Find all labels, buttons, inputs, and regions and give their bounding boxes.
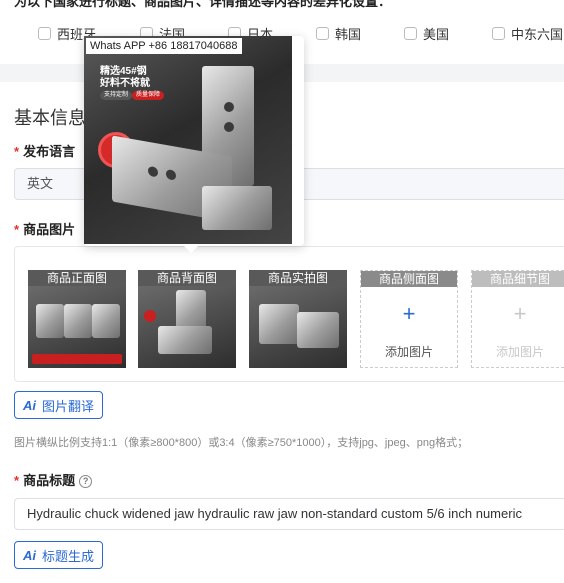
promo-pill: 质量保障 — [132, 91, 165, 100]
image-slot-front[interactable]: 商品正面图 — [28, 270, 126, 368]
add-image-label: 添加图片 — [495, 345, 544, 359]
ai-icon: Ai — [23, 397, 36, 413]
watermark-text: Whats APP +86 18817040688 — [86, 38, 242, 54]
required-marker: * — [14, 473, 20, 488]
differentiation-notice: 为以下国家进行标题、商品图片、详情描述等内容的差异化设置： — [14, 0, 392, 9]
jaw-shape — [158, 326, 212, 354]
promo-line: 好料不将就 — [100, 78, 150, 89]
promo-line: 精选45#钢 — [100, 66, 147, 77]
jaw-shape — [202, 186, 272, 230]
country-label: 韩国 — [335, 27, 362, 42]
red-logo — [144, 310, 156, 322]
publish-language-label-text: 发布语言 — [23, 144, 76, 159]
required-marker: * — [14, 144, 20, 159]
add-image-label: 添加图片 — [384, 345, 433, 359]
promo-banner — [32, 354, 122, 364]
preview-image: Whats APP +86 18817040688 精选45#钢 好料不将就 支… — [84, 36, 292, 244]
product-images-label-text: 商品图片 — [23, 222, 76, 237]
jaw-shape — [297, 312, 339, 348]
product-photo — [28, 286, 126, 368]
country-label: 美国 — [423, 27, 450, 42]
checkbox-icon[interactable] — [404, 27, 417, 40]
jaw-shape — [92, 304, 120, 338]
popover-arrow — [184, 246, 198, 253]
ai-icon: Ai — [23, 547, 36, 563]
hole-shape — [224, 122, 234, 132]
title-generate-label: 标题生成 — [42, 548, 95, 564]
image-slot-detail-add[interactable]: 商品细节图 + 添加图片 — [471, 270, 564, 368]
publish-language-label: * 发布语言 — [14, 141, 75, 160]
hole-shape — [166, 168, 176, 181]
country-option-usa[interactable]: 美国 — [404, 24, 449, 43]
jaw-shape — [259, 304, 299, 344]
checkbox-icon[interactable] — [38, 27, 51, 40]
jaw-shape — [36, 304, 64, 338]
country-label: 中东六国 — [511, 27, 564, 42]
title-generate-button[interactable]: Ai 标题生成 — [14, 541, 104, 569]
image-slot-tag: 商品实拍图 — [249, 270, 347, 286]
product-photo — [249, 286, 347, 368]
checkbox-icon[interactable] — [316, 27, 329, 40]
promo-text: 精选45#钢 好料不将就 — [100, 66, 150, 90]
hole-shape — [224, 102, 234, 112]
image-slot-tag: 商品细节图 — [472, 271, 564, 287]
product-title-label-text: 商品标题 — [23, 473, 76, 488]
jaw-shape — [64, 304, 92, 338]
required-marker: * — [14, 222, 20, 237]
product-photo — [138, 286, 236, 368]
help-icon[interactable]: ? — [79, 475, 93, 488]
image-translate-label: 图片翻译 — [42, 398, 95, 414]
product-title-label: * 商品标题? — [14, 470, 93, 489]
plus-icon: + — [513, 301, 527, 326]
image-format-hint: 图片横纵比例支持1:1（像素≥800*800）或3:4（像素≥750*1000）… — [14, 437, 469, 449]
image-slot-tag: 商品正面图 — [28, 270, 126, 286]
country-option-korea[interactable]: 韩国 — [316, 24, 361, 43]
plus-icon: + — [402, 301, 416, 326]
image-translate-button[interactable]: Ai 图片翻译 — [14, 391, 104, 419]
image-slot-side-add[interactable]: 商品侧面图 + 添加图片 — [360, 270, 458, 368]
product-title-input[interactable]: Hydraulic chuck widened jaw hydraulic ra… — [14, 498, 564, 530]
checkbox-icon[interactable] — [492, 27, 505, 40]
section-title: 基本信息 — [14, 108, 86, 128]
country-option-middle-east[interactable]: 中东六国 — [492, 24, 563, 43]
product-images-label: * 商品图片 — [14, 219, 75, 238]
image-slot-tag: 商品背面图 — [138, 270, 236, 286]
image-slot-back[interactable]: 商品背面图 — [138, 270, 236, 368]
hole-shape — [148, 165, 158, 178]
promo-pill: 支持定制 — [100, 91, 133, 100]
image-preview-popover: Whats APP +86 18817040688 精选45#钢 好料不将就 支… — [84, 36, 304, 246]
image-slot-tag: 商品侧面图 — [361, 271, 457, 287]
image-slot-real-shot[interactable]: 商品实拍图 — [249, 270, 347, 368]
